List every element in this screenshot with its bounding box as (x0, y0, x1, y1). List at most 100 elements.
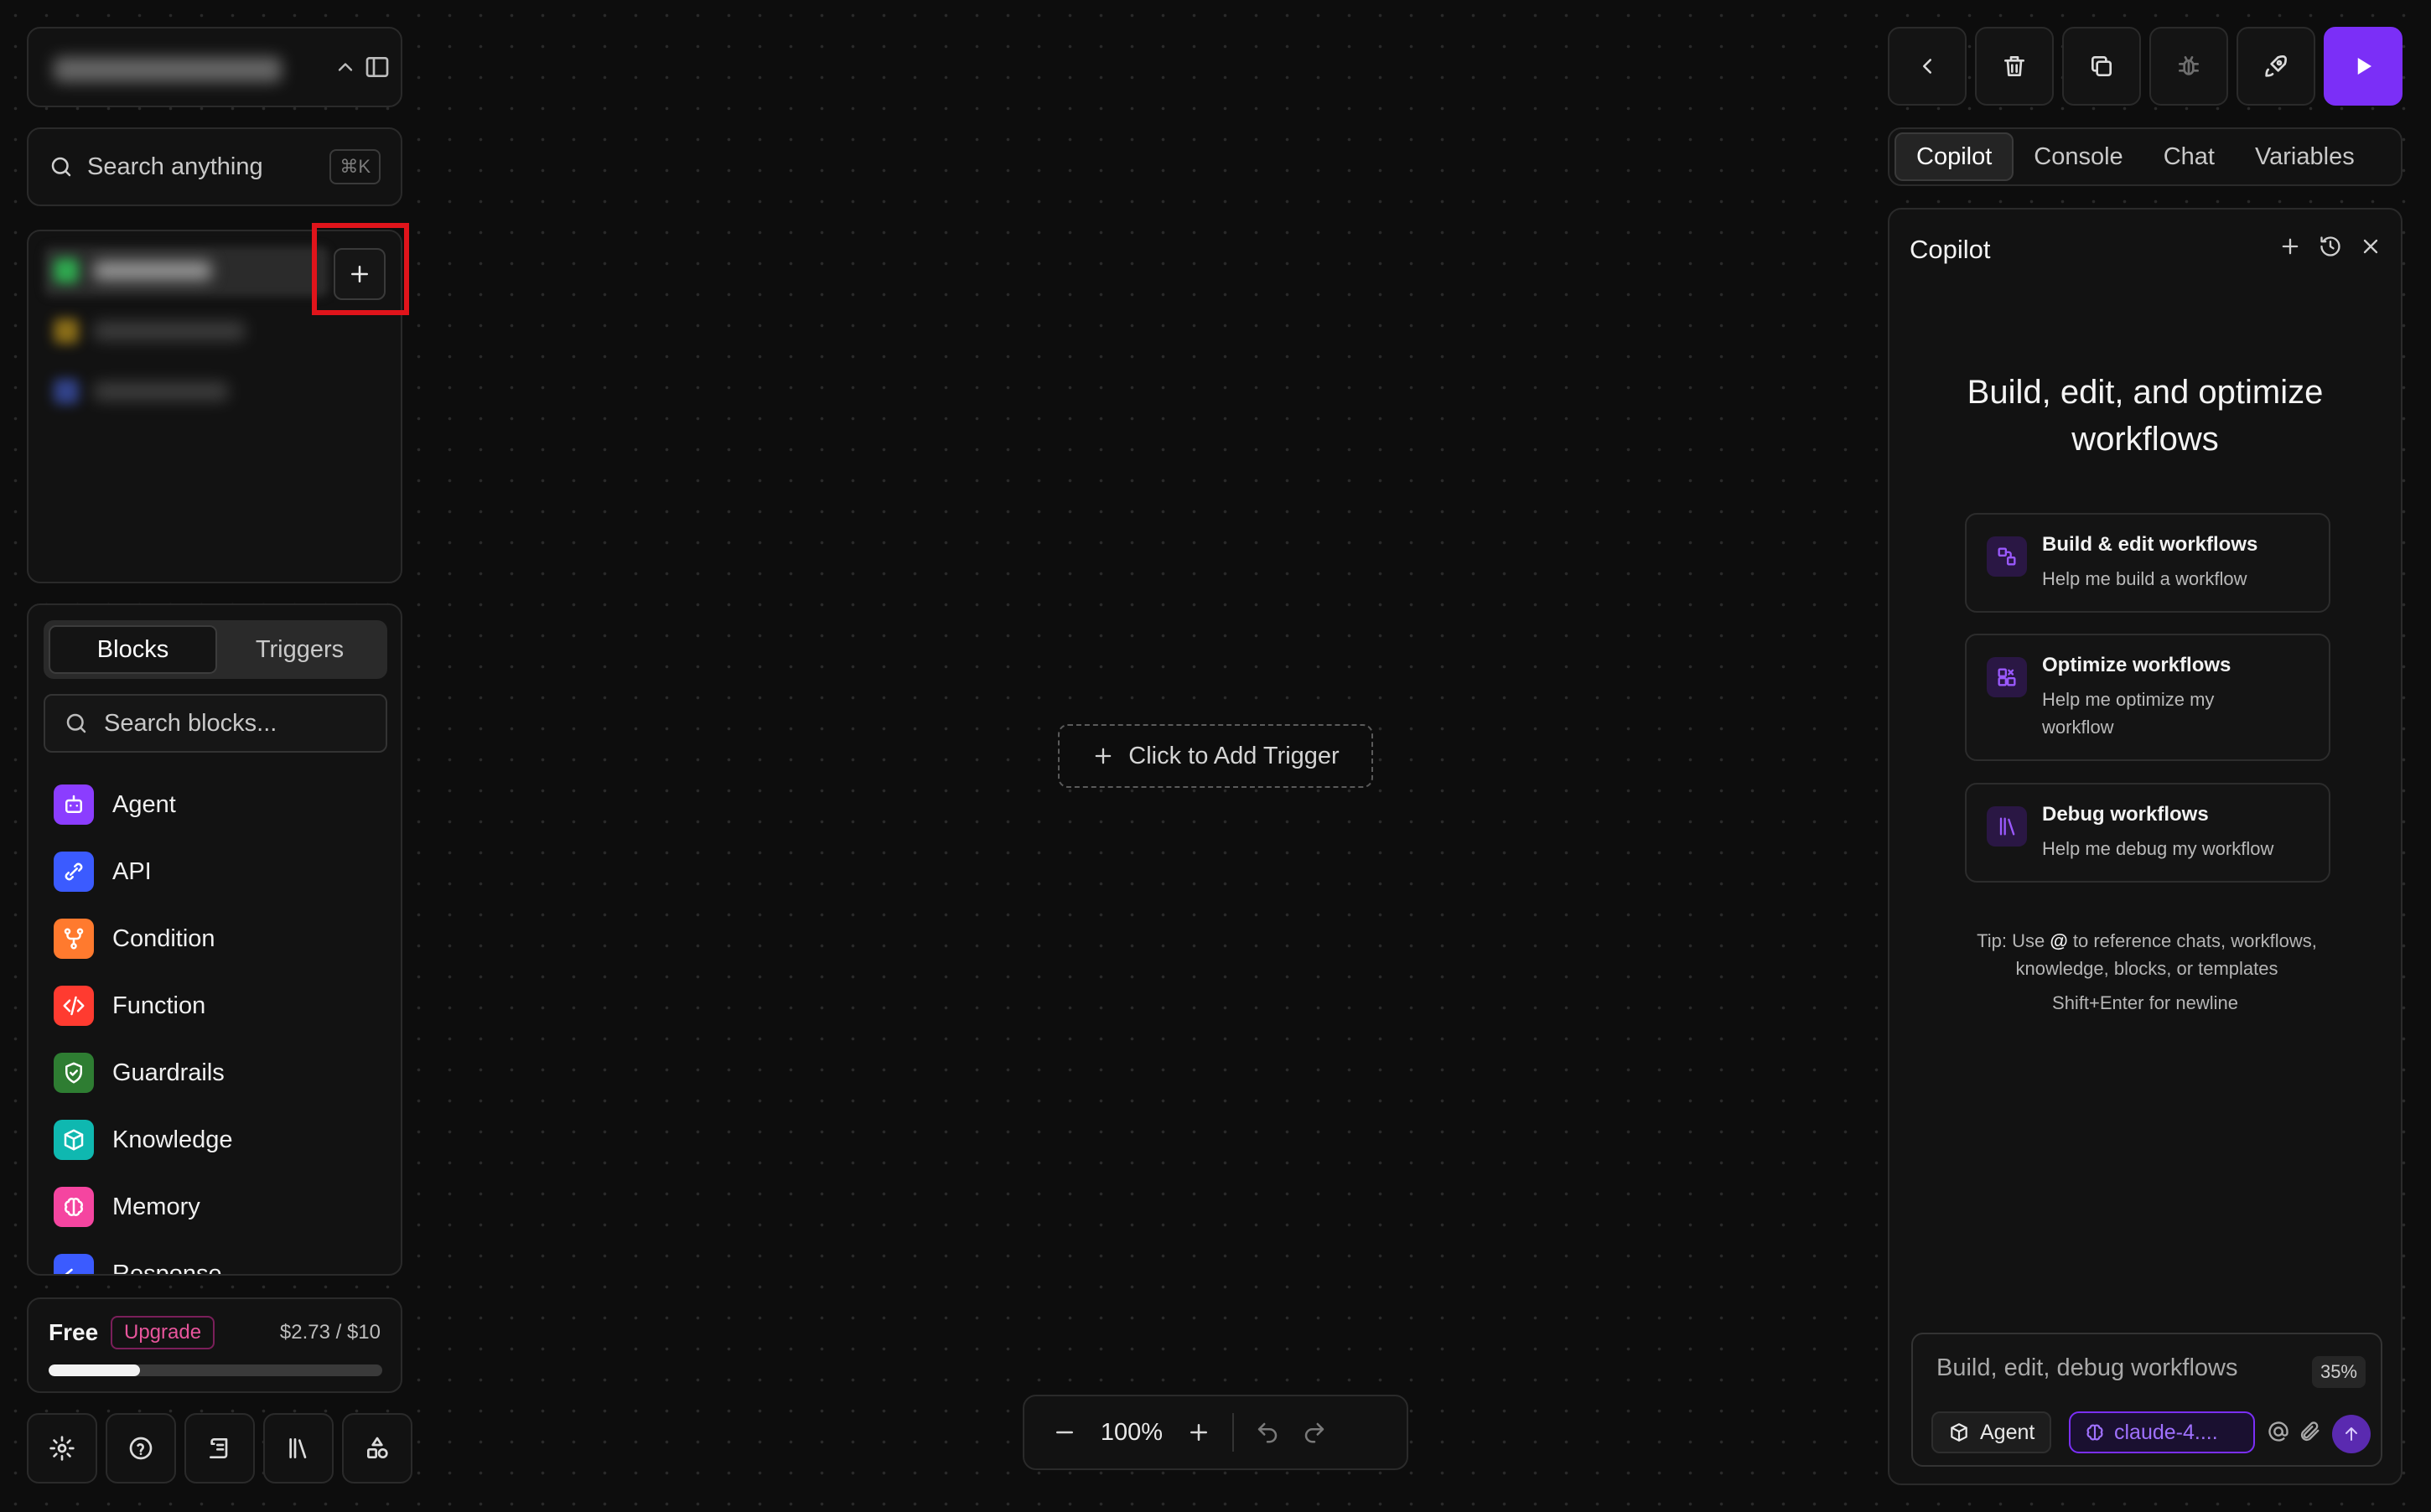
delete-button[interactable] (1975, 27, 2054, 106)
plus-icon (351, 266, 368, 282)
duplicate-button[interactable] (2062, 27, 2141, 106)
help-button[interactable] (106, 1413, 176, 1484)
block-label: Memory (112, 1193, 200, 1220)
tip-text: Tip: Use @ to reference chats, workflows… (1940, 927, 2354, 982)
back-button[interactable] (1888, 27, 1967, 106)
library-button[interactable] (263, 1413, 334, 1484)
block-item-function[interactable]: Function (54, 972, 389, 1039)
search-shortcut-badge: ⌘K (329, 149, 381, 184)
tab-variables[interactable]: Variables (2235, 132, 2375, 181)
plus-icon (1095, 748, 1112, 764)
undo-button[interactable] (1244, 1420, 1291, 1445)
model-selector[interactable]: claude-4.... (2069, 1411, 2255, 1453)
trash-icon (2004, 56, 2024, 76)
blocks-icon (1987, 657, 2027, 697)
debug-button[interactable] (2149, 27, 2228, 106)
usage-progress-fill (49, 1364, 140, 1376)
suggestion-build[interactable]: Build & edit workflows Help me build a w… (1965, 513, 2330, 613)
copilot-composer[interactable]: Build, edit, debug workflows 35% Agent c… (1911, 1333, 2382, 1467)
workflow-name-redacted[interactable] (94, 382, 228, 401)
mode-label: Agent (1980, 1420, 2035, 1444)
tab-chat[interactable]: Chat (2143, 132, 2235, 181)
block-search-input[interactable]: Search blocks... (44, 694, 387, 753)
copilot-title: Copilot (1910, 235, 1991, 264)
close-icon (2363, 239, 2378, 254)
rocket-icon (2265, 55, 2287, 77)
logs-button[interactable] (184, 1413, 255, 1484)
block-label: Agent (112, 790, 176, 818)
cube-icon (1951, 1423, 1967, 1442)
block-item-api[interactable]: API (54, 838, 389, 905)
history-icon (2320, 236, 2340, 256)
block-item-agent[interactable]: Agent (54, 771, 389, 838)
zoom-out-button[interactable] (1041, 1420, 1088, 1445)
workflow-color-dot (54, 318, 79, 344)
block-item-condition[interactable]: Condition (54, 905, 389, 972)
add-trigger-button[interactable]: Click to Add Trigger (1058, 724, 1373, 788)
minus-icon (1056, 1431, 1073, 1434)
mention-icon[interactable] (2267, 1420, 2290, 1443)
close-button[interactable] (2359, 235, 2382, 258)
run-button[interactable] (2324, 27, 2402, 106)
copilot-heading: Build, edit, and optimize workflows (1967, 374, 2324, 458)
global-search[interactable]: Search anything ⌘K (27, 127, 402, 206)
send-button[interactable] (2332, 1415, 2371, 1453)
usage-amount: $2.73 / $10 (279, 1321, 381, 1344)
search-icon (66, 713, 86, 733)
mode-selector[interactable]: Agent (1931, 1411, 2052, 1453)
reply-icon (54, 1254, 94, 1274)
tab-triggers[interactable]: Triggers (217, 625, 382, 674)
settings-icon (49, 1436, 75, 1461)
block-item-guardrails[interactable]: Guardrails (54, 1039, 389, 1106)
tip-prefix: Tip: Use (1977, 930, 2050, 951)
workspace-header[interactable] (27, 27, 402, 107)
suggestion-optimize[interactable]: Optimize workflows Help me optimize my w… (1965, 634, 2330, 761)
workspace-name-redacted[interactable] (54, 57, 282, 82)
suggestion-debug[interactable]: Debug workflows Help me debug my workflo… (1965, 783, 2330, 883)
block-label: Guardrails (112, 1059, 225, 1086)
copilot-actions (2278, 235, 2382, 258)
new-chat-button[interactable] (2278, 235, 2302, 258)
history-button[interactable] (2319, 235, 2342, 258)
zoom-in-button[interactable] (1175, 1420, 1222, 1445)
paperclip-icon[interactable] (2299, 1420, 2322, 1443)
suggestion-title: Build & edit workflows (2042, 533, 2258, 556)
suggestion-title: Optimize workflows (2042, 654, 2231, 676)
workflow-name-redacted[interactable] (94, 322, 245, 340)
usage-progress-bar (49, 1364, 382, 1376)
suggestion-title: Debug workflows (2042, 803, 2209, 826)
tab-console[interactable]: Console (2014, 132, 2143, 181)
settings-button[interactable] (27, 1413, 97, 1484)
workflow-color-dot (54, 379, 79, 404)
block-label: API (112, 857, 152, 885)
deploy-button[interactable] (2237, 27, 2315, 106)
code-icon (54, 986, 94, 1026)
block-item-response[interactable]: Response (54, 1240, 389, 1274)
tab-copilot[interactable]: Copilot (1895, 132, 2014, 181)
blocks-panel: Blocks Triggers Search blocks... Agent A… (27, 603, 402, 1276)
chevron-up-icon[interactable] (334, 55, 357, 79)
tab-blocks[interactable]: Blocks (49, 625, 217, 674)
chevron-left-icon (1923, 59, 1931, 74)
blocks-tab-switcher: Blocks Triggers (44, 620, 387, 679)
composer-input[interactable]: Build, edit, debug workflows (1936, 1354, 2237, 1382)
workflow-name-redacted[interactable] (94, 261, 211, 280)
add-workflow-button[interactable] (334, 248, 386, 300)
arrow-up-icon (2345, 1427, 2357, 1441)
plus-icon (2282, 238, 2299, 255)
templates-button[interactable] (342, 1413, 412, 1484)
block-item-memory[interactable]: Memory (54, 1173, 389, 1240)
library-icon (289, 1438, 307, 1458)
logs-icon (210, 1438, 228, 1458)
library-icon (1987, 806, 2027, 847)
sidebar-toggle-icon[interactable] (364, 54, 391, 80)
usage-panel: Free Upgrade $2.73 / $10 (27, 1297, 402, 1393)
bottom-toolbar (27, 1413, 412, 1484)
redo-button[interactable] (1291, 1420, 1338, 1445)
block-item-knowledge[interactable]: Knowledge (54, 1106, 389, 1173)
workflow-list (27, 230, 402, 583)
undo-icon (1257, 1422, 1278, 1443)
brain-icon (54, 1187, 94, 1227)
upgrade-button[interactable]: Upgrade (111, 1316, 215, 1349)
context-usage-badge: 35% (2311, 1356, 2366, 1388)
